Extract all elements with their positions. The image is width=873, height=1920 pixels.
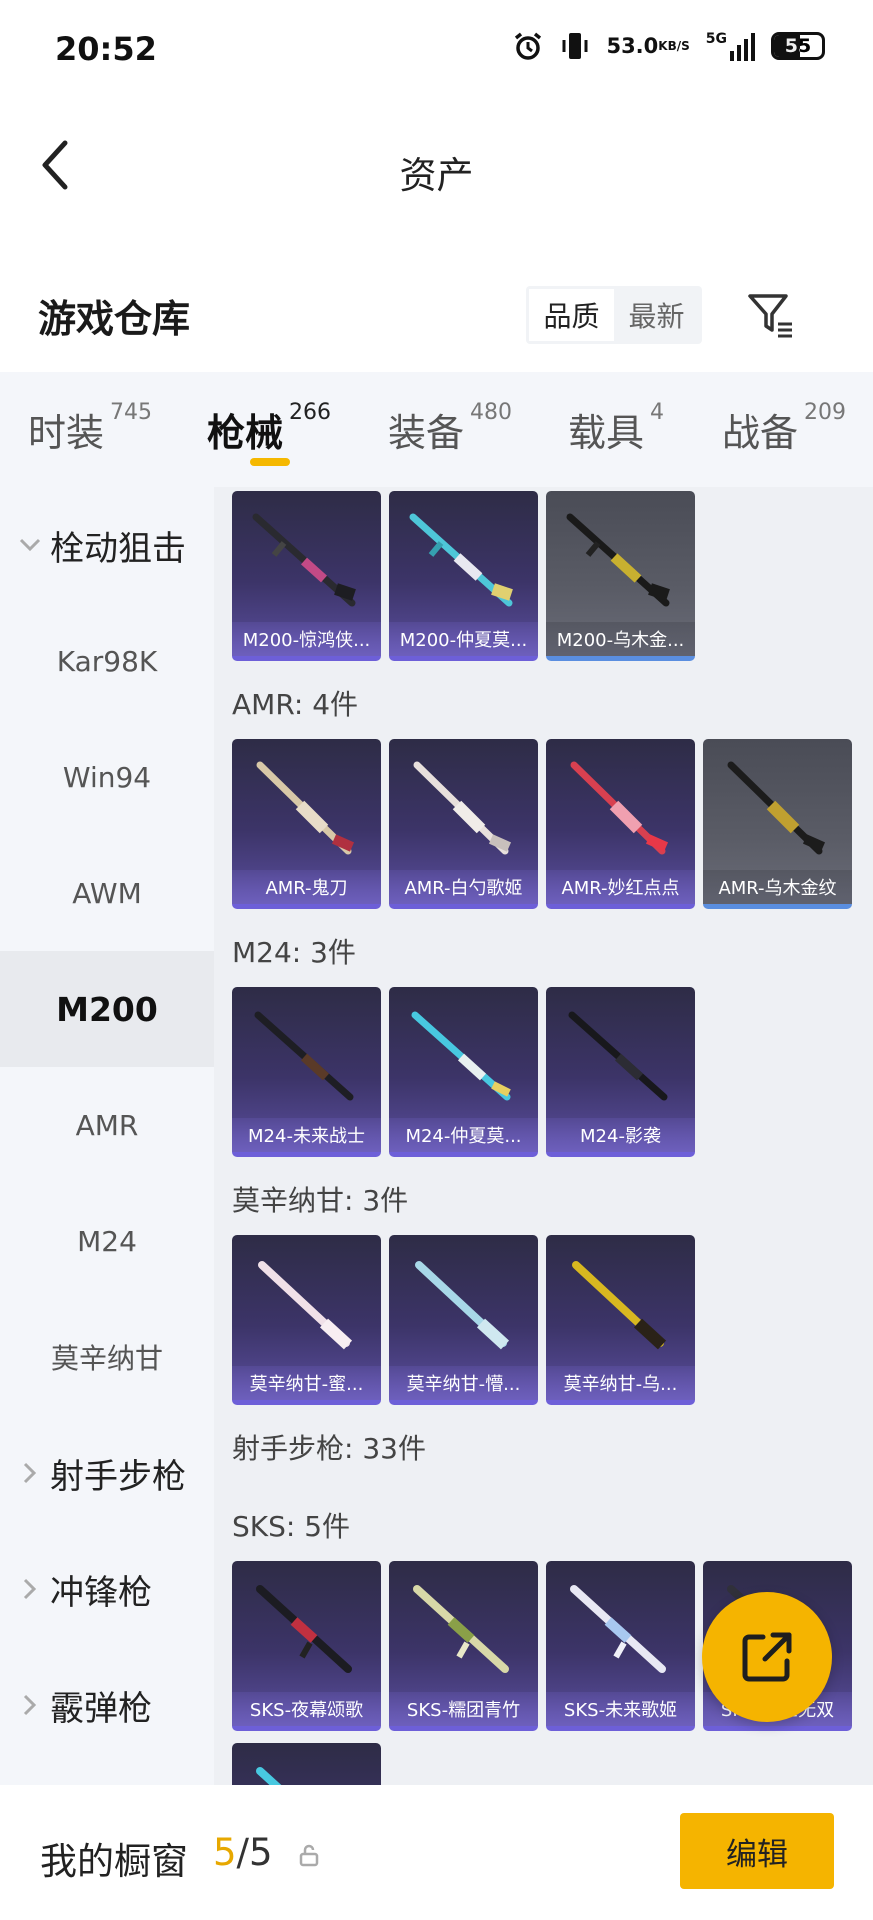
sidebar-group-dmr[interactable]: 射手步枪 — [0, 1415, 214, 1531]
chevron-right-icon — [18, 1694, 42, 1716]
sidebar-item-mosin[interactable]: 莫辛纳甘 — [0, 1299, 214, 1415]
sniper-rifle-icon — [572, 1261, 667, 1350]
section-label-sks: SKS: 5件 — [232, 1510, 351, 1543]
item-card[interactable]: M200-仲夏莫... — [389, 491, 538, 661]
tab-vehicles[interactable]: 载具 4 — [568, 400, 664, 457]
sidebar-group-bolt-action[interactable]: 栓动狙击 — [0, 487, 214, 603]
signal-icon: 5G — [706, 31, 755, 61]
m24-row: M24-未来战士 M24-仲夏莫... M24-影袭 — [232, 987, 695, 1157]
item-card[interactable]: 莫辛纳甘-懵... — [389, 1235, 538, 1405]
item-card[interactable]: AMR-白勺歌姬 — [389, 739, 538, 909]
section-label-m24: M24: 3件 — [232, 936, 356, 969]
chevron-right-icon — [18, 1578, 42, 1600]
item-card[interactable]: SKS-糯团青竹 — [389, 1561, 538, 1731]
sniper-rifle-icon — [256, 761, 355, 855]
share-external-icon — [742, 1632, 792, 1682]
sks-row-partial — [232, 1743, 381, 1785]
chevron-right-icon — [18, 1462, 42, 1484]
showcase-count: 5/5 — [213, 1831, 273, 1874]
item-card[interactable]: 莫辛纳甘-乌... — [546, 1235, 695, 1405]
item-grid: M200-惊鸿侠... M200-仲夏莫... M200-乌木金... AMR:… — [214, 487, 873, 1785]
page-title: 资产 — [399, 154, 474, 197]
sort-option-quality[interactable]: 品质 — [529, 289, 614, 341]
rifle-icon — [256, 1585, 352, 1673]
tab-supplies[interactable]: 战备 209 — [722, 400, 846, 457]
edit-button[interactable]: 编辑 — [680, 1813, 834, 1889]
network-speed: 53.0 KB/S — [606, 34, 690, 58]
sidebar-group-smg[interactable]: 冲锋枪 — [0, 1531, 214, 1647]
sniper-rifle-icon — [411, 1011, 511, 1101]
filter-icon — [748, 294, 792, 338]
status-bar: 20:52 53.0 KB/S 5G 55 — [0, 0, 873, 100]
section-label-dmr: 射手步枪: 33件 — [232, 1432, 426, 1465]
sidebar-item-m200[interactable]: M200 — [0, 951, 214, 1067]
warehouse-header: 游戏仓库 品质 最新 — [0, 270, 873, 370]
sniper-rifle-icon — [568, 1011, 668, 1101]
rifle-icon — [413, 1585, 509, 1673]
rifle-icon — [256, 1767, 282, 1785]
sniper-rifle-icon — [570, 761, 669, 855]
sidebar: 栓动狙击 Kar98K Win94 AWM M200 AMR M24 莫辛纳甘 … — [0, 487, 214, 1785]
nav-bar: 资产 — [0, 100, 873, 230]
sort-option-latest[interactable]: 最新 — [614, 289, 699, 341]
sidebar-item-kar98k[interactable]: Kar98K — [0, 603, 214, 719]
tab-equipment[interactable]: 装备 480 — [388, 400, 512, 457]
sniper-rifle-icon — [413, 761, 512, 855]
item-card[interactable] — [232, 1743, 381, 1785]
showcase-bar: 我的橱窗 5/5 编辑 — [0, 1785, 873, 1920]
alarm-icon — [512, 30, 544, 62]
item-card[interactable]: AMR-妙红点点 — [546, 739, 695, 909]
amr-row: AMR-鬼刀 AMR-白勺歌姬 AMR-妙红点点 AMR-乌木金纹 — [232, 739, 852, 909]
sidebar-group-shotgun[interactable]: 霰弹枪 — [0, 1647, 214, 1763]
sidebar-item-win94[interactable]: Win94 — [0, 719, 214, 835]
rifle-icon — [570, 1585, 666, 1673]
tab-fashion[interactable]: 时装 745 — [28, 400, 152, 457]
sidebar-item-m24[interactable]: M24 — [0, 1183, 214, 1299]
status-time: 20:52 — [55, 30, 157, 68]
filter-button[interactable] — [742, 286, 798, 342]
sidebar-item-amr[interactable]: AMR — [0, 1067, 214, 1183]
share-fab[interactable] — [702, 1592, 832, 1722]
battery-icon: 55 — [771, 32, 825, 60]
section-label-mosin: 莫辛纳甘: 3件 — [232, 1184, 409, 1217]
sniper-rifle-icon — [415, 1261, 510, 1350]
sniper-rifle-icon — [409, 513, 513, 607]
sniper-rifle-icon — [566, 513, 670, 607]
item-card[interactable]: AMR-鬼刀 — [232, 739, 381, 909]
sort-toggle: 品质 最新 — [526, 286, 702, 344]
item-card[interactable]: M200-乌木金... — [546, 491, 695, 661]
vibrate-icon — [560, 30, 590, 62]
sniper-rifle-icon — [254, 1011, 354, 1101]
item-card[interactable]: SKS-未来歌姬 — [546, 1561, 695, 1731]
sniper-rifle-icon — [252, 513, 356, 607]
tab-firearms[interactable]: 枪械 266 — [207, 400, 331, 457]
warehouse-title: 游戏仓库 — [38, 297, 191, 341]
sniper-rifle-icon — [258, 1261, 353, 1350]
active-tab-indicator — [250, 458, 290, 466]
section-label-amr: AMR: 4件 — [232, 688, 359, 721]
chevron-down-icon — [18, 538, 42, 552]
item-card[interactable]: 莫辛纳甘-蜜... — [232, 1235, 381, 1405]
lock-icon — [299, 1844, 319, 1867]
item-card[interactable]: M24-未来战士 — [232, 987, 381, 1157]
item-card[interactable]: M24-影袭 — [546, 987, 695, 1157]
m200-row: M200-惊鸿侠... M200-仲夏莫... M200-乌木金... — [232, 491, 695, 661]
status-icons: 53.0 KB/S 5G 55 — [512, 30, 825, 62]
sniper-rifle-icon — [727, 761, 826, 855]
item-card[interactable]: AMR-乌木金纹 — [703, 739, 852, 909]
mosin-row: 莫辛纳甘-蜜... 莫辛纳甘-懵... 莫辛纳甘-乌... — [232, 1235, 695, 1405]
category-tabs: 时装 745 枪械 266 装备 480 载具 4 战备 209 — [0, 372, 873, 487]
item-card[interactable]: M24-仲夏莫... — [389, 987, 538, 1157]
sidebar-item-awm[interactable]: AWM — [0, 835, 214, 951]
showcase-title: 我的橱窗 — [40, 1840, 188, 1883]
item-card[interactable]: SKS-夜幕颂歌 — [232, 1561, 381, 1731]
item-card[interactable]: M200-惊鸿侠... — [232, 491, 381, 661]
